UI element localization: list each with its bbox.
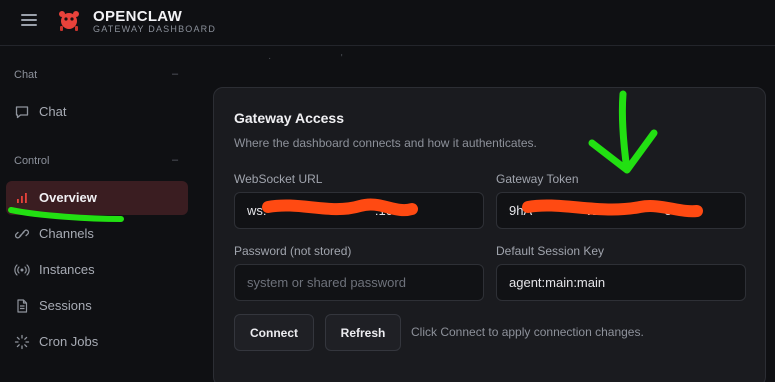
chat-bubble-icon — [15, 106, 29, 119]
sidebar-section-control-title: Control — [14, 155, 50, 167]
bar-chart-icon — [17, 193, 27, 203]
sidebar-item-label: Instances — [39, 262, 95, 277]
brand-name: OPENCLAW — [93, 8, 183, 25]
sidebar-item-chat[interactable]: Chat — [6, 95, 188, 129]
connect-hint: Click Connect to apply connection change… — [411, 325, 644, 339]
session-key-label: Default Session Key — [496, 244, 605, 258]
collapse-control-section-icon[interactable]: – — [172, 154, 178, 166]
radio-waves-icon — [14, 264, 30, 276]
refresh-button[interactable]: Refresh — [325, 314, 401, 351]
top-bar: OPENCLAW GATEWAY DASHBOARD — [0, 0, 775, 46]
sidebar-item-label: Sessions — [39, 298, 92, 313]
card-subtitle: Where the dashboard connects and how it … — [234, 136, 537, 150]
sidebar-item-label: Cron Jobs — [39, 334, 99, 349]
sidebar-item-channels[interactable]: Channels — [6, 217, 188, 251]
link-icon — [14, 229, 30, 239]
sidebar-item-sessions[interactable]: Sessions — [6, 289, 188, 323]
sidebar-item-cron-jobs[interactable]: Cron Jobs — [6, 325, 188, 359]
sidebar: Chat – Chat Control – Overview Channels … — [0, 47, 196, 382]
sidebar-item-label: Chat — [39, 104, 67, 119]
card-title: Gateway Access — [234, 110, 344, 126]
spinner-icon — [14, 334, 30, 350]
sidebar-item-label: Overview — [39, 190, 97, 205]
header-fragment: · ' — [268, 53, 343, 64]
sidebar-item-label: Channels — [39, 226, 94, 241]
websocket-url-label: WebSocket URL — [234, 172, 323, 186]
connect-button[interactable]: Connect — [234, 314, 314, 351]
gateway-access-card: Gateway Access Where the dashboard conne… — [213, 87, 766, 382]
websocket-url-input[interactable] — [234, 192, 484, 229]
sidebar-item-instances[interactable]: Instances — [6, 253, 188, 287]
document-icon — [17, 299, 28, 313]
password-label: Password (not stored) — [234, 244, 352, 258]
brand-subtitle: GATEWAY DASHBOARD — [93, 24, 217, 34]
session-key-input[interactable] — [496, 264, 746, 301]
sidebar-section-chat-title: Chat — [14, 69, 38, 81]
password-input[interactable] — [234, 264, 484, 301]
sidebar-item-overview[interactable]: Overview — [6, 181, 188, 215]
crab-logo-icon — [59, 11, 79, 31]
hamburger-menu-icon[interactable] — [21, 13, 37, 27]
gateway-token-label: Gateway Token — [496, 172, 579, 186]
collapse-chat-section-icon[interactable]: – — [172, 68, 178, 80]
gateway-token-input[interactable] — [496, 192, 746, 229]
